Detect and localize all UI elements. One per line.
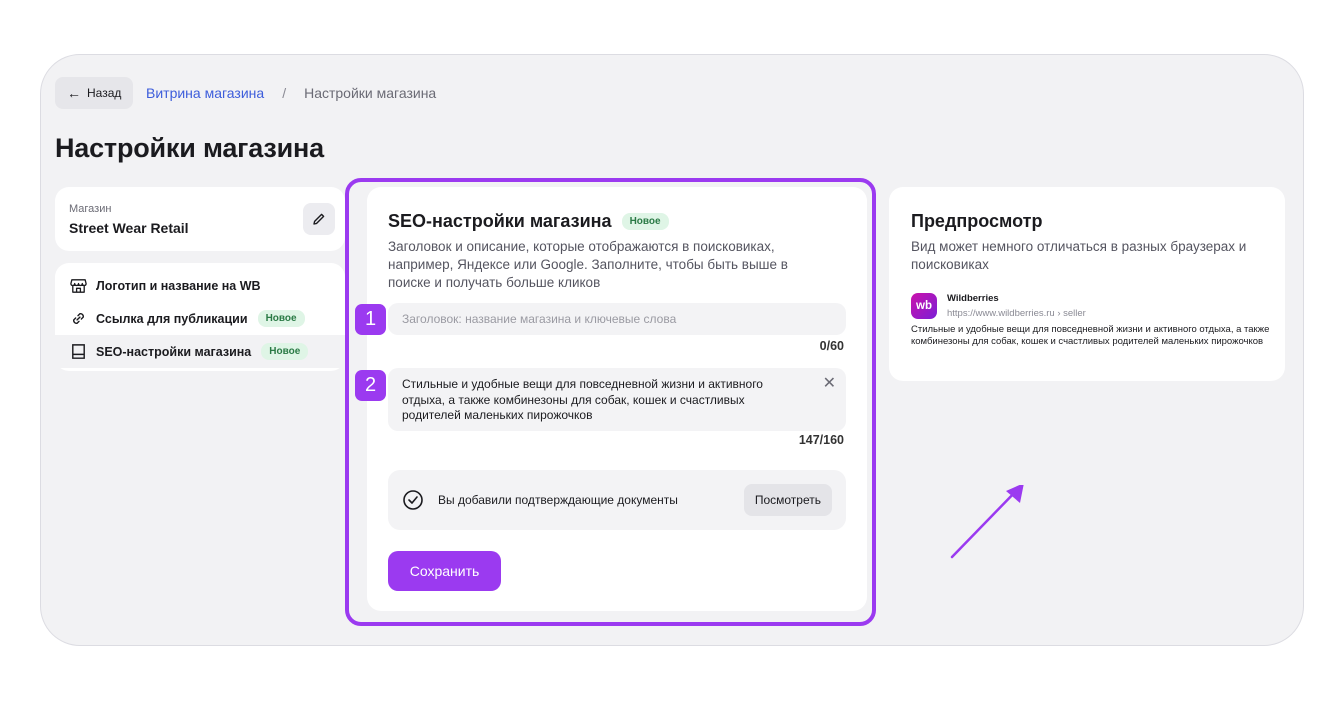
preview-title: Предпросмотр	[911, 211, 1043, 231]
breadcrumb: Витрина магазина / Настройки магазина	[146, 85, 436, 101]
link-icon	[73, 313, 84, 324]
new-badge: Новое	[261, 343, 309, 360]
pointer-arrow-icon	[950, 485, 1024, 559]
store-label: Магазин	[69, 203, 112, 215]
documents-panel: Вы добавили подтверждающие документы Пос…	[388, 470, 846, 530]
breadcrumb-link-storefront[interactable]: Витрина магазина	[146, 85, 264, 101]
view-documents-button[interactable]: Посмотреть	[743, 484, 832, 516]
marker-1: 1	[355, 304, 386, 335]
seo-title-input[interactable]: Заголовок: название магазина и ключевые …	[388, 303, 846, 335]
store-icon	[70, 279, 87, 293]
seo-icon	[72, 344, 85, 359]
wildberries-logo: wb	[911, 293, 937, 319]
new-badge: Новое	[257, 310, 305, 327]
sidebar-item-link[interactable]: Ссылка для публикации Новое	[55, 302, 345, 335]
store-name: Street Wear Retail	[69, 220, 189, 236]
settings-nav: Логотип и название на WB Ссылка для публ…	[55, 263, 345, 371]
breadcrumb-separator: /	[282, 85, 287, 101]
breadcrumb-current: Настройки магазина	[304, 85, 437, 101]
back-button[interactable]: ← Назад	[55, 77, 134, 109]
page-title: Настройки магазина	[55, 133, 324, 163]
sidebar-item-label: SEO-настройки магазина	[96, 344, 252, 359]
search-result-snippet: Стильные и удобные вещи для повседневной…	[911, 324, 1270, 347]
seo-description-value: Стильные и удобные вещи для повседневной…	[402, 377, 763, 422]
description-char-counter: 147/160	[798, 433, 844, 447]
marker-2: 2	[355, 370, 386, 401]
sidebar-item-label: Ссылка для публикации	[96, 311, 248, 326]
search-result-url: https://www.wildberries.ru › seller	[947, 308, 1086, 319]
sidebar-item-logo[interactable]: Логотип и название на WB	[55, 269, 345, 302]
documents-status: Вы добавили подтверждающие документы	[438, 493, 678, 507]
app-window: ← Назад Витрина магазина / Настройки маг…	[40, 54, 1304, 646]
store-card: Магазин Street Wear Retail	[55, 187, 345, 251]
edit-store-button[interactable]	[303, 203, 335, 235]
preview-card: Предпросмотр Вид может немного отличатьс…	[889, 187, 1285, 381]
new-badge: Новое	[621, 213, 669, 230]
seo-title: SEO-настройки магазина Новое	[388, 211, 669, 232]
seo-settings-card: SEO-настройки магазина Новое Заголовок и…	[367, 187, 867, 611]
sidebar-item-label: Логотип и название на WB	[96, 278, 261, 293]
close-icon[interactable]: ✕	[823, 376, 836, 392]
search-result-site-name: Wildberries	[947, 293, 999, 304]
back-button-label: Назад	[87, 86, 122, 100]
seo-description-input[interactable]: Стильные и удобные вещи для повседневной…	[388, 368, 846, 431]
save-button[interactable]: Сохранить	[388, 551, 501, 591]
check-circle-icon	[403, 490, 423, 510]
seo-title-text: SEO-настройки магазина	[388, 211, 612, 231]
sidebar-item-seo[interactable]: SEO-настройки магазина Новое	[55, 335, 345, 368]
preview-description: Вид может немного отличаться в разных бр…	[911, 239, 1247, 272]
seo-description: Заголовок и описание, которые отображают…	[388, 239, 788, 290]
title-char-counter: 0/60	[819, 339, 844, 353]
pencil-icon	[313, 213, 325, 225]
arrow-left-icon: ←	[67, 85, 81, 101]
